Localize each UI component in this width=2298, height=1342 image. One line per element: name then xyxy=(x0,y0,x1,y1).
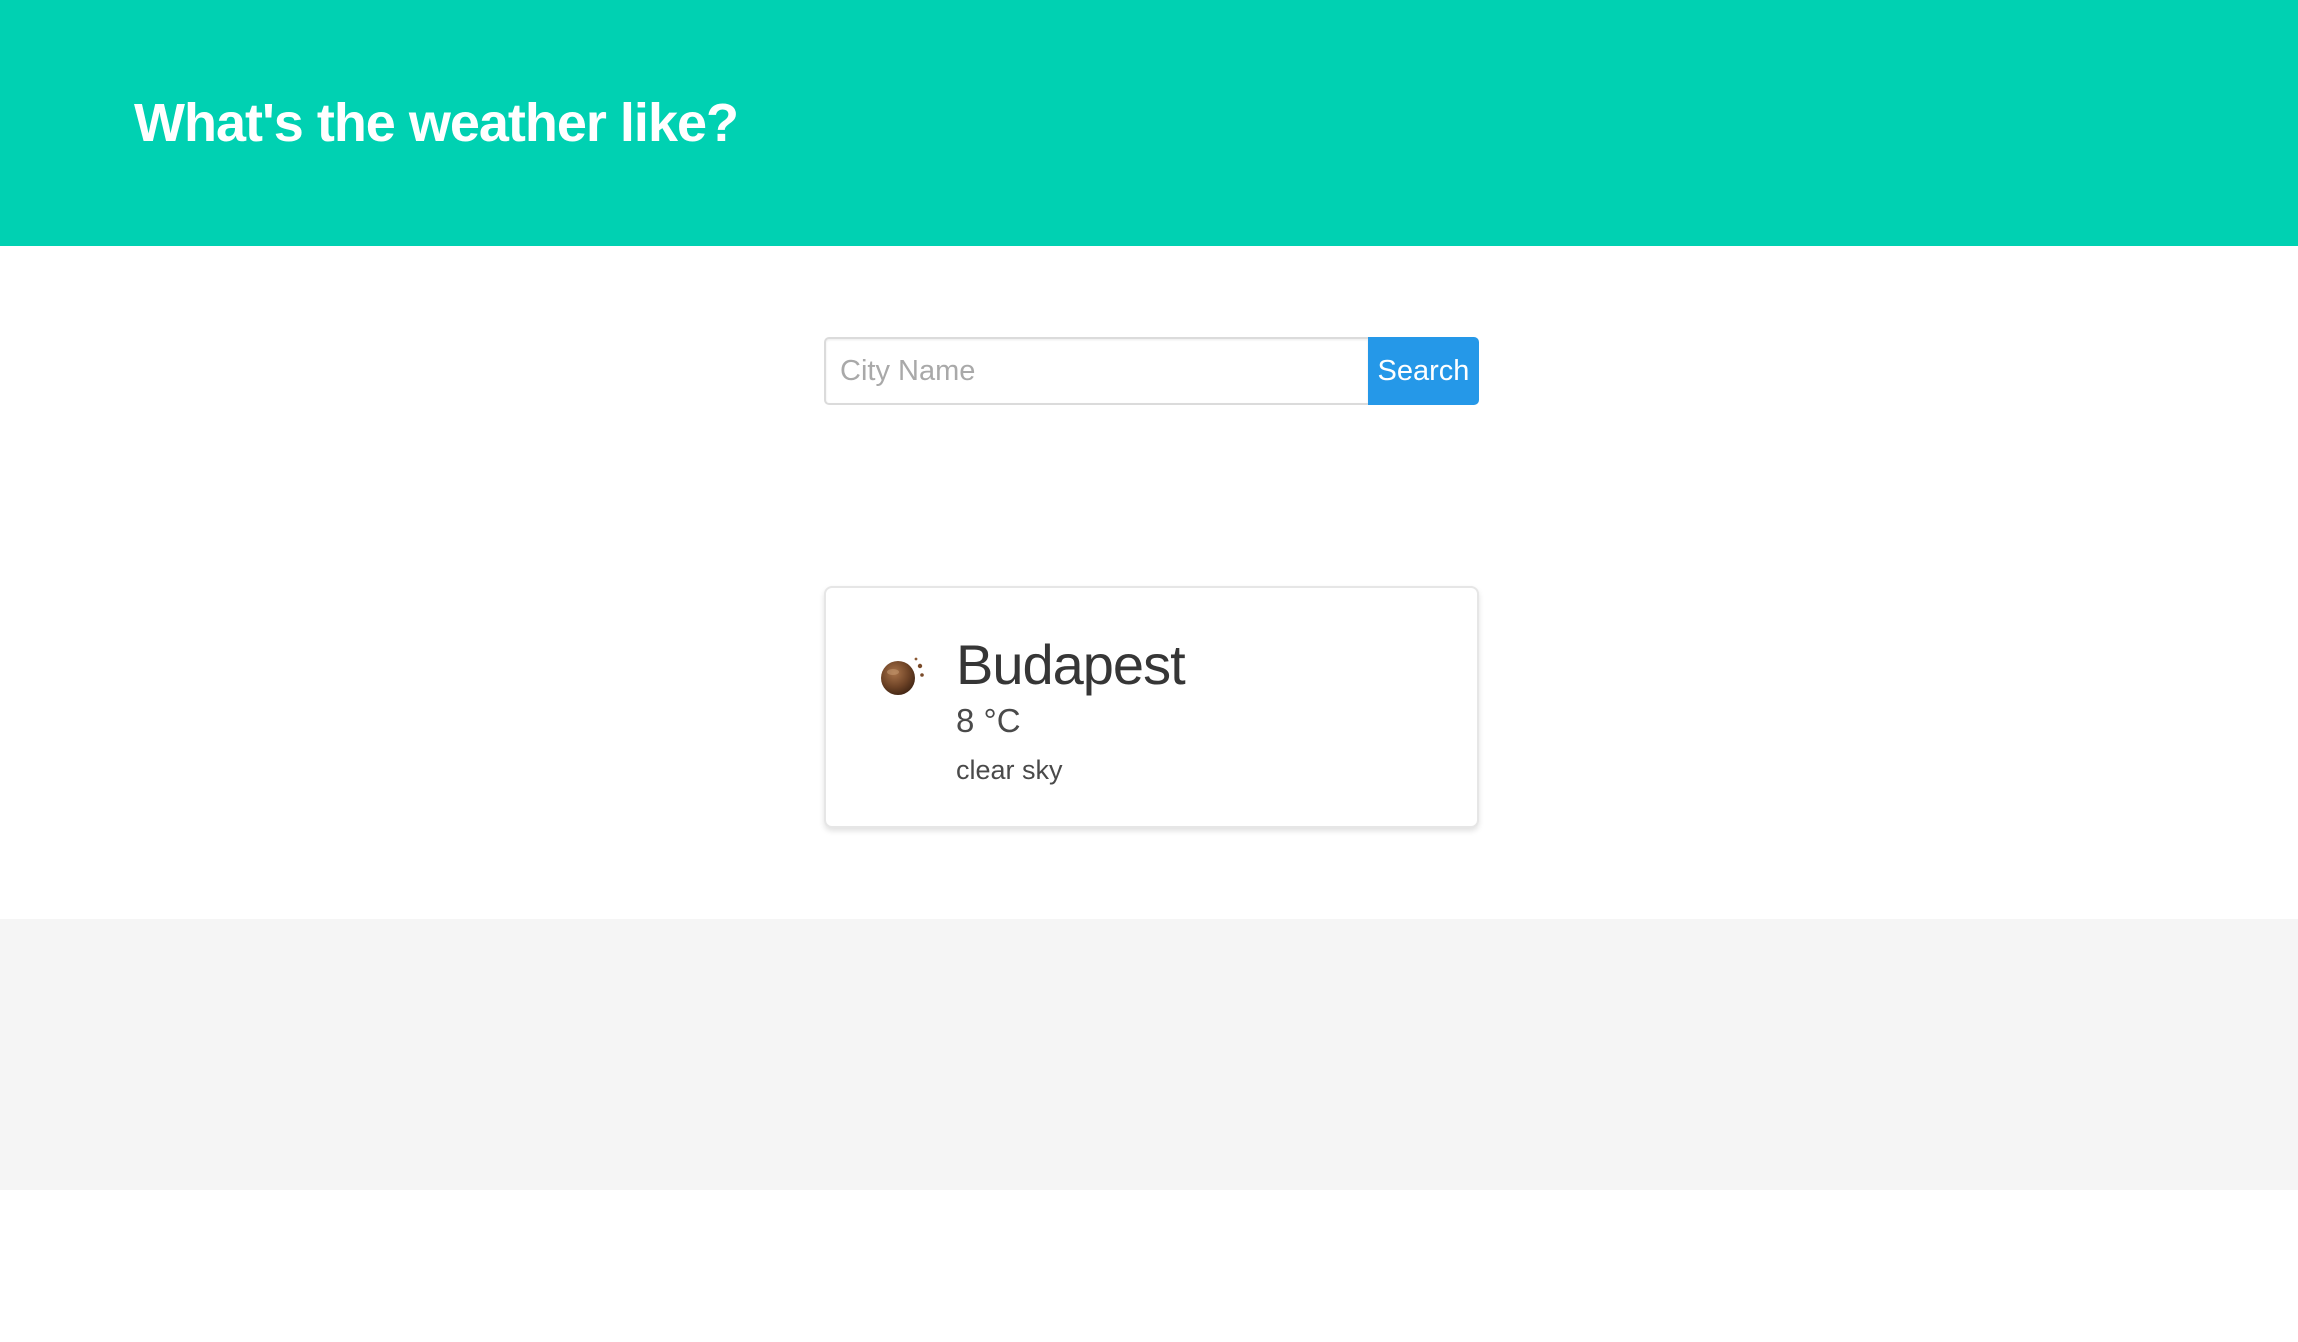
temperature-value: 8 °C xyxy=(956,702,1021,739)
city-name: Budapest xyxy=(956,633,1186,696)
city-search-input[interactable] xyxy=(824,337,1368,405)
header-hero: What's the weather like? xyxy=(0,0,2298,246)
weather-card: Budapest 8 °C clear sky xyxy=(824,586,1479,828)
footer xyxy=(0,919,2298,1190)
search-button[interactable]: Search xyxy=(1368,337,1479,405)
clear-sky-night-icon xyxy=(881,657,924,695)
search-form: Search xyxy=(824,337,1479,405)
page-title: What's the weather like? xyxy=(134,93,739,153)
weather-description: clear sky xyxy=(956,755,1063,785)
